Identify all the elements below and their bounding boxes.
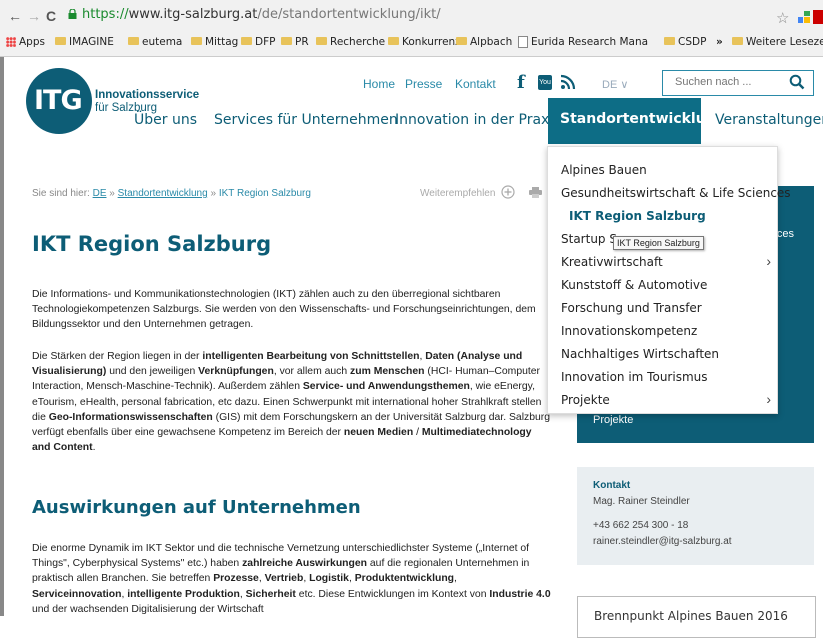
language-select[interactable]: DE ∨ <box>602 78 628 91</box>
bookmark-eutema[interactable]: eutema <box>128 36 182 48</box>
back-icon[interactable]: ← <box>8 8 22 24</box>
dropdown-item[interactable]: Innovation im Tourismus <box>561 370 708 384</box>
bookmark-konkurrenz[interactable]: Konkurrenz <box>388 36 461 48</box>
dropdown-item[interactable]: Forschung und Transfer <box>561 301 702 315</box>
folder-icon <box>281 37 292 45</box>
chevron-right-icon: › <box>766 253 771 269</box>
breadcrumb-standortentwicklung[interactable]: Standortentwicklung <box>118 188 208 199</box>
folder-icon <box>128 37 139 45</box>
browser-chrome: ← → C https://www.itg-salzburg.at/de/sta… <box>0 0 823 57</box>
page-title: IKT Region Salzburg <box>32 232 272 256</box>
intro-paragraph: Die Informations- und Kommunikationstech… <box>32 289 536 331</box>
bookmark-dfp[interactable]: DFP <box>241 36 275 48</box>
print-icon[interactable] <box>529 187 542 198</box>
dropdown-item[interactable]: IKT Region Salzburg <box>569 209 706 223</box>
bookmark-alpbach[interactable]: Alpbach <box>456 36 512 48</box>
contact-name: Mag. Rainer Steindler <box>593 496 690 507</box>
reload-icon[interactable]: C <box>46 8 56 24</box>
bookmark-apps[interactable]: Apps <box>6 36 45 48</box>
contact-box: Kontakt Mag. Rainer Steindler +43 662 25… <box>577 467 814 565</box>
window-edge <box>0 57 4 616</box>
dropdown-item[interactable]: Innovationskompetenz <box>561 324 697 338</box>
nav-innovation[interactable]: Innovation in der Praxis <box>395 112 561 128</box>
search-input[interactable] <box>673 75 787 89</box>
nav-ueber-uns[interactable]: Über uns <box>134 112 197 128</box>
contact-email[interactable]: rainer.steindler@itg-salzburg.at <box>593 536 732 547</box>
bookmark-pr[interactable]: PR <box>281 36 309 48</box>
search-box <box>662 70 814 96</box>
page-icon <box>518 36 528 48</box>
bookmark-recherche[interactable]: Recherche <box>316 36 385 48</box>
dropdown-item[interactable]: Alpines Bauen <box>561 163 647 177</box>
folder-icon <box>664 37 675 45</box>
folder-icon <box>732 37 743 45</box>
folder-icon <box>388 37 399 45</box>
apps-icon <box>6 37 16 47</box>
address-row: ← → C https://www.itg-salzburg.at/de/sta… <box>0 6 823 28</box>
contact-heading: Kontakt <box>593 480 631 491</box>
forward-icon[interactable]: → <box>27 8 41 24</box>
url-field[interactable]: https://www.itg-salzburg.at/de/standorte… <box>82 7 441 22</box>
rss-icon[interactable] <box>560 74 576 90</box>
breadcrumb-de[interactable]: DE <box>93 188 107 199</box>
promo-box[interactable]: Brennpunkt Alpines Bauen 2016 <box>577 596 816 638</box>
nav-services[interactable]: Services für Unternehmen <box>214 112 398 128</box>
impact-paragraph: Die enorme Dynamik im IKT Sektor und die… <box>32 543 551 615</box>
itg-logo[interactable]: ITG <box>26 68 92 134</box>
folder-icon <box>191 37 202 45</box>
nav-standortentwicklung[interactable]: Standortentwicklung <box>548 98 726 144</box>
chevron-right-icon: › <box>766 391 771 407</box>
folder-icon <box>316 37 327 45</box>
facebook-icon[interactable]: f <box>517 72 525 93</box>
bookmarks-more[interactable]: » <box>716 36 723 48</box>
folder-icon <box>55 37 66 45</box>
bookmark-other[interactable]: Weitere Lesezeich <box>732 36 823 48</box>
dropdown-item[interactable]: Projekte <box>561 393 610 407</box>
share-plus-icon[interactable] <box>501 185 515 199</box>
bookmark-imagine[interactable]: IMAGINE <box>55 36 114 48</box>
nav-veranstaltungen[interactable]: Veranstaltungen <box>715 112 823 128</box>
top-link-kontakt[interactable]: Kontakt <box>455 77 496 91</box>
tooltip: IKT Region Salzburg <box>613 236 704 250</box>
bookmark-star-icon[interactable]: ☆ <box>776 9 789 27</box>
contact-phone: +43 662 254 300 - 18 <box>593 520 689 531</box>
pdf-extension-icon[interactable] <box>813 10 823 24</box>
folder-icon <box>241 37 252 45</box>
folder-icon <box>456 37 467 45</box>
lock-icon <box>68 9 77 19</box>
breadcrumb-current: IKT Region Salzburg <box>218 188 311 199</box>
breadcrumb: Sie sind hier: DE » Standortentwicklung … <box>32 188 311 199</box>
bookmark-eurida[interactable]: Eurida Research Mana <box>518 36 648 48</box>
section-heading: Auswirkungen auf Unternehmen <box>32 497 361 518</box>
dropdown-item[interactable]: Gesundheitswirtschaft & Life Sciences <box>561 186 791 200</box>
bookmark-mittag[interactable]: Mittag <box>191 36 238 48</box>
brand-line1: Innovationsservice <box>95 89 200 101</box>
share-label[interactable]: Weiterempfehlen <box>420 188 495 199</box>
extension-icon[interactable] <box>798 11 810 23</box>
bookmark-csdp[interactable]: CSDP <box>664 36 706 48</box>
search-icon[interactable] <box>789 74 805 90</box>
dropdown-item[interactable]: Kunststoff & Automotive <box>561 278 707 292</box>
bookmarks-bar: Apps IMAGINE eutema Mittag DFP PR Recher… <box>0 34 823 52</box>
strengths-paragraph: Die Stärken der Region liegen in der int… <box>32 351 551 454</box>
top-link-home[interactable]: Home <box>363 77 395 91</box>
standortentwicklung-dropdown: Alpines Bauen Gesundheitswirtschaft & Lif… <box>547 146 791 414</box>
dropdown-item[interactable]: Kreativwirtschaft <box>561 255 663 269</box>
dropdown-item[interactable]: Nachhaltiges Wirtschaften <box>561 347 719 361</box>
youtube-icon[interactable]: You <box>538 75 552 90</box>
top-link-presse[interactable]: Presse <box>405 77 442 91</box>
